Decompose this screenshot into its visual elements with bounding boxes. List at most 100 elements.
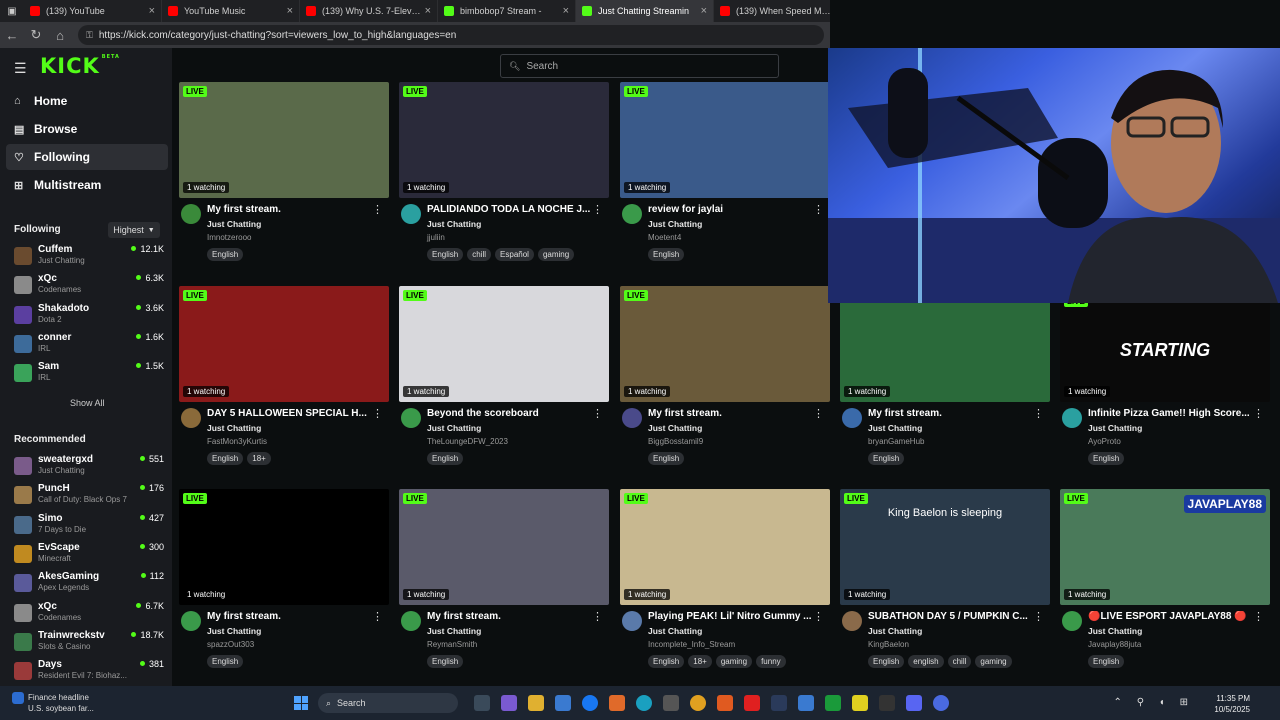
streamer-avatar[interactable] [181, 611, 201, 631]
nav-browse[interactable]: ▤ Browse [6, 116, 168, 142]
edge-icon[interactable] [636, 695, 652, 711]
stream-category[interactable]: Just Chatting [648, 219, 702, 229]
more-options-icon[interactable]: ⋮ [592, 203, 603, 216]
tag[interactable]: funny [756, 655, 786, 668]
tag[interactable]: English [868, 655, 905, 668]
browser-tab[interactable]: Just Chatting Streamin × [576, 0, 714, 22]
copilot-icon[interactable] [501, 695, 517, 711]
streamer-name[interactable]: jjuliin [427, 233, 445, 242]
stream-thumbnail[interactable]: LIVE 1 watching [399, 286, 609, 402]
amazon-icon[interactable] [609, 695, 625, 711]
stream-category[interactable]: Just Chatting [868, 423, 922, 433]
stream-card[interactable]: LIVE 1 watching PALIDIANDO TODA LA NOCHE J… [399, 82, 609, 282]
channel-item[interactable]: sweatergxd Just Chatting 551 [14, 454, 164, 482]
tag[interactable]: english [908, 655, 944, 668]
stream-thumbnail[interactable]: LIVE 1 watching [620, 489, 830, 605]
back-icon[interactable]: ← [0, 28, 24, 43]
stream-title[interactable]: Infinite Pizza Game!! High Score... [1088, 408, 1258, 419]
tag[interactable]: gaming [715, 655, 753, 668]
streamer-avatar[interactable] [622, 204, 642, 224]
streamer-name[interactable]: Incomplete_Info_Stream [648, 640, 735, 649]
stream-thumbnail[interactable]: STARTINGLIVE1 watching [1060, 286, 1270, 402]
stream-title[interactable]: Playing PEAK! Lil' Nitro Gummy ... [648, 611, 818, 622]
stream-thumbnail[interactable]: LIVE 1 watching [620, 286, 830, 402]
stream-card[interactable]: LIVE 1 watching My first stream.⋮ Just Chat… [179, 489, 389, 689]
stream-category[interactable]: Just Chatting [207, 626, 261, 636]
streamer-name[interactable]: KingBaelon [868, 640, 909, 649]
stream-category[interactable]: Just Chatting [1088, 423, 1142, 433]
tab-close-icon[interactable]: × [563, 5, 569, 17]
streamer-name[interactable]: AyoProto [1088, 437, 1121, 446]
channel-item[interactable]: Trainwreckstv Slots & Casino 18.7K [14, 630, 164, 658]
steam-icon[interactable] [771, 695, 787, 711]
channel-item[interactable]: AkesGaming Apex Legends 112 [14, 571, 164, 599]
stream-card[interactable]: LIVE 1 watching My first stream.⋮ Just Chat… [620, 286, 830, 486]
streamer-avatar[interactable] [622, 611, 642, 631]
stream-thumbnail[interactable]: LIVE 1 watching [179, 82, 389, 198]
stream-card[interactable]: LIVE 1 watching review for jaylai ⋮ Just Cha… [620, 82, 830, 282]
channel-item[interactable]: Simo 7 Days to Die 427 [14, 513, 164, 541]
chrome-icon[interactable] [690, 695, 706, 711]
tab-close-icon[interactable]: × [425, 5, 431, 17]
streamer-avatar[interactable] [181, 204, 201, 224]
streamer-name[interactable]: FastMon3yKurtis [207, 437, 267, 446]
channel-item[interactable]: Sam IRL 1.5K [14, 361, 164, 389]
stream-card[interactable]: STARTINGLIVE1 watching Infinite Pizza Gam… [1060, 286, 1270, 486]
tag[interactable]: English [648, 655, 685, 668]
app2-icon[interactable] [798, 695, 814, 711]
stream-thumbnail[interactable]: LIVE 1 watching [179, 489, 389, 605]
streamer-name[interactable]: BiggBosstamil9 [648, 437, 703, 446]
streamer-avatar[interactable] [401, 204, 421, 224]
tag[interactable]: English [207, 655, 244, 668]
kick-logo[interactable]: KICK BETA [40, 54, 120, 78]
streamer-avatar[interactable] [622, 408, 642, 428]
obs-icon[interactable] [933, 695, 949, 711]
stream-title[interactable]: Beyond the scoreboard [427, 408, 597, 419]
taskbar-search[interactable]: ⌕ Search [318, 693, 458, 713]
store-icon[interactable] [555, 695, 571, 711]
channel-item[interactable]: PuncH Call of Duty: Black Ops 7 176 [14, 483, 164, 511]
stream-thumbnail[interactable]: JAVAPLAY88 LIVE 1 watching [1060, 489, 1270, 605]
streamer-name[interactable]: TheLoungeDFW_2023 [427, 437, 508, 446]
streamer-name[interactable]: ReymanSmith [427, 640, 477, 649]
tab-close-icon[interactable]: × [287, 5, 293, 17]
stream-card[interactable]: LIVE 1 watching Beyond the scoreboard ⋮ Just… [399, 286, 609, 486]
tag[interactable]: gaming [975, 655, 1012, 668]
nav-following[interactable]: ♡ Following [6, 144, 168, 170]
more-options-icon[interactable]: ⋮ [372, 407, 383, 420]
streamer-name[interactable]: spazzOut303 [207, 640, 254, 649]
streamer-name[interactable]: Moetent4 [648, 233, 681, 242]
tag[interactable]: English [207, 452, 244, 465]
search-input[interactable]: 🔍︎ Search [500, 54, 779, 78]
sort-dropdown[interactable]: Highest ▼ [108, 222, 160, 238]
tag[interactable]: English [1088, 655, 1125, 668]
channel-item[interactable]: conner IRL 1.6K [14, 332, 164, 360]
tag[interactable]: 18+ [247, 452, 271, 465]
windows-start-icon[interactable] [294, 696, 308, 710]
show-all-link[interactable]: Show All [70, 398, 105, 408]
tag[interactable]: English [868, 452, 905, 465]
tag[interactable]: English [207, 248, 244, 261]
nav-home[interactable]: ⌂ Home [6, 88, 168, 114]
streamer-name[interactable]: Imnotzerooo [207, 233, 251, 242]
stream-card[interactable]: LIVE 1 watching Playing PEAK! Lil' Nitro G… [620, 489, 830, 689]
youtube-icon[interactable] [744, 695, 760, 711]
stream-title[interactable]: My first stream. [648, 408, 818, 419]
tab-close-icon[interactable]: × [149, 5, 155, 17]
facebook-icon[interactable] [582, 695, 598, 711]
stream-title[interactable]: SUBATHON DAY 5 / PUMPKIN C... [868, 611, 1038, 622]
stream-category[interactable]: Just Chatting [207, 423, 261, 433]
stream-category[interactable]: Just Chatting [648, 423, 702, 433]
stream-category[interactable]: Just Chatting [427, 423, 481, 433]
browser-tab[interactable]: (139) Why U.S. 7-Elevens A × [300, 0, 438, 22]
stream-category[interactable]: Just Chatting [648, 626, 702, 636]
app-icon[interactable] [663, 695, 679, 711]
more-options-icon[interactable]: ⋮ [1033, 610, 1044, 623]
channel-item[interactable]: Shakadoto Dota 2 3.6K [14, 303, 164, 331]
stream-category[interactable]: Just Chatting [207, 219, 261, 229]
clock[interactable]: 11:35 PM 10/5/2025 [1214, 693, 1250, 715]
more-options-icon[interactable]: ⋮ [813, 407, 824, 420]
stream-card[interactable]: LIVE 1 watching DAY 5 HALLOWEEN SPECIAL H.… [179, 286, 389, 486]
stream-category[interactable]: Just Chatting [427, 219, 481, 229]
vlc-icon[interactable] [717, 695, 733, 711]
